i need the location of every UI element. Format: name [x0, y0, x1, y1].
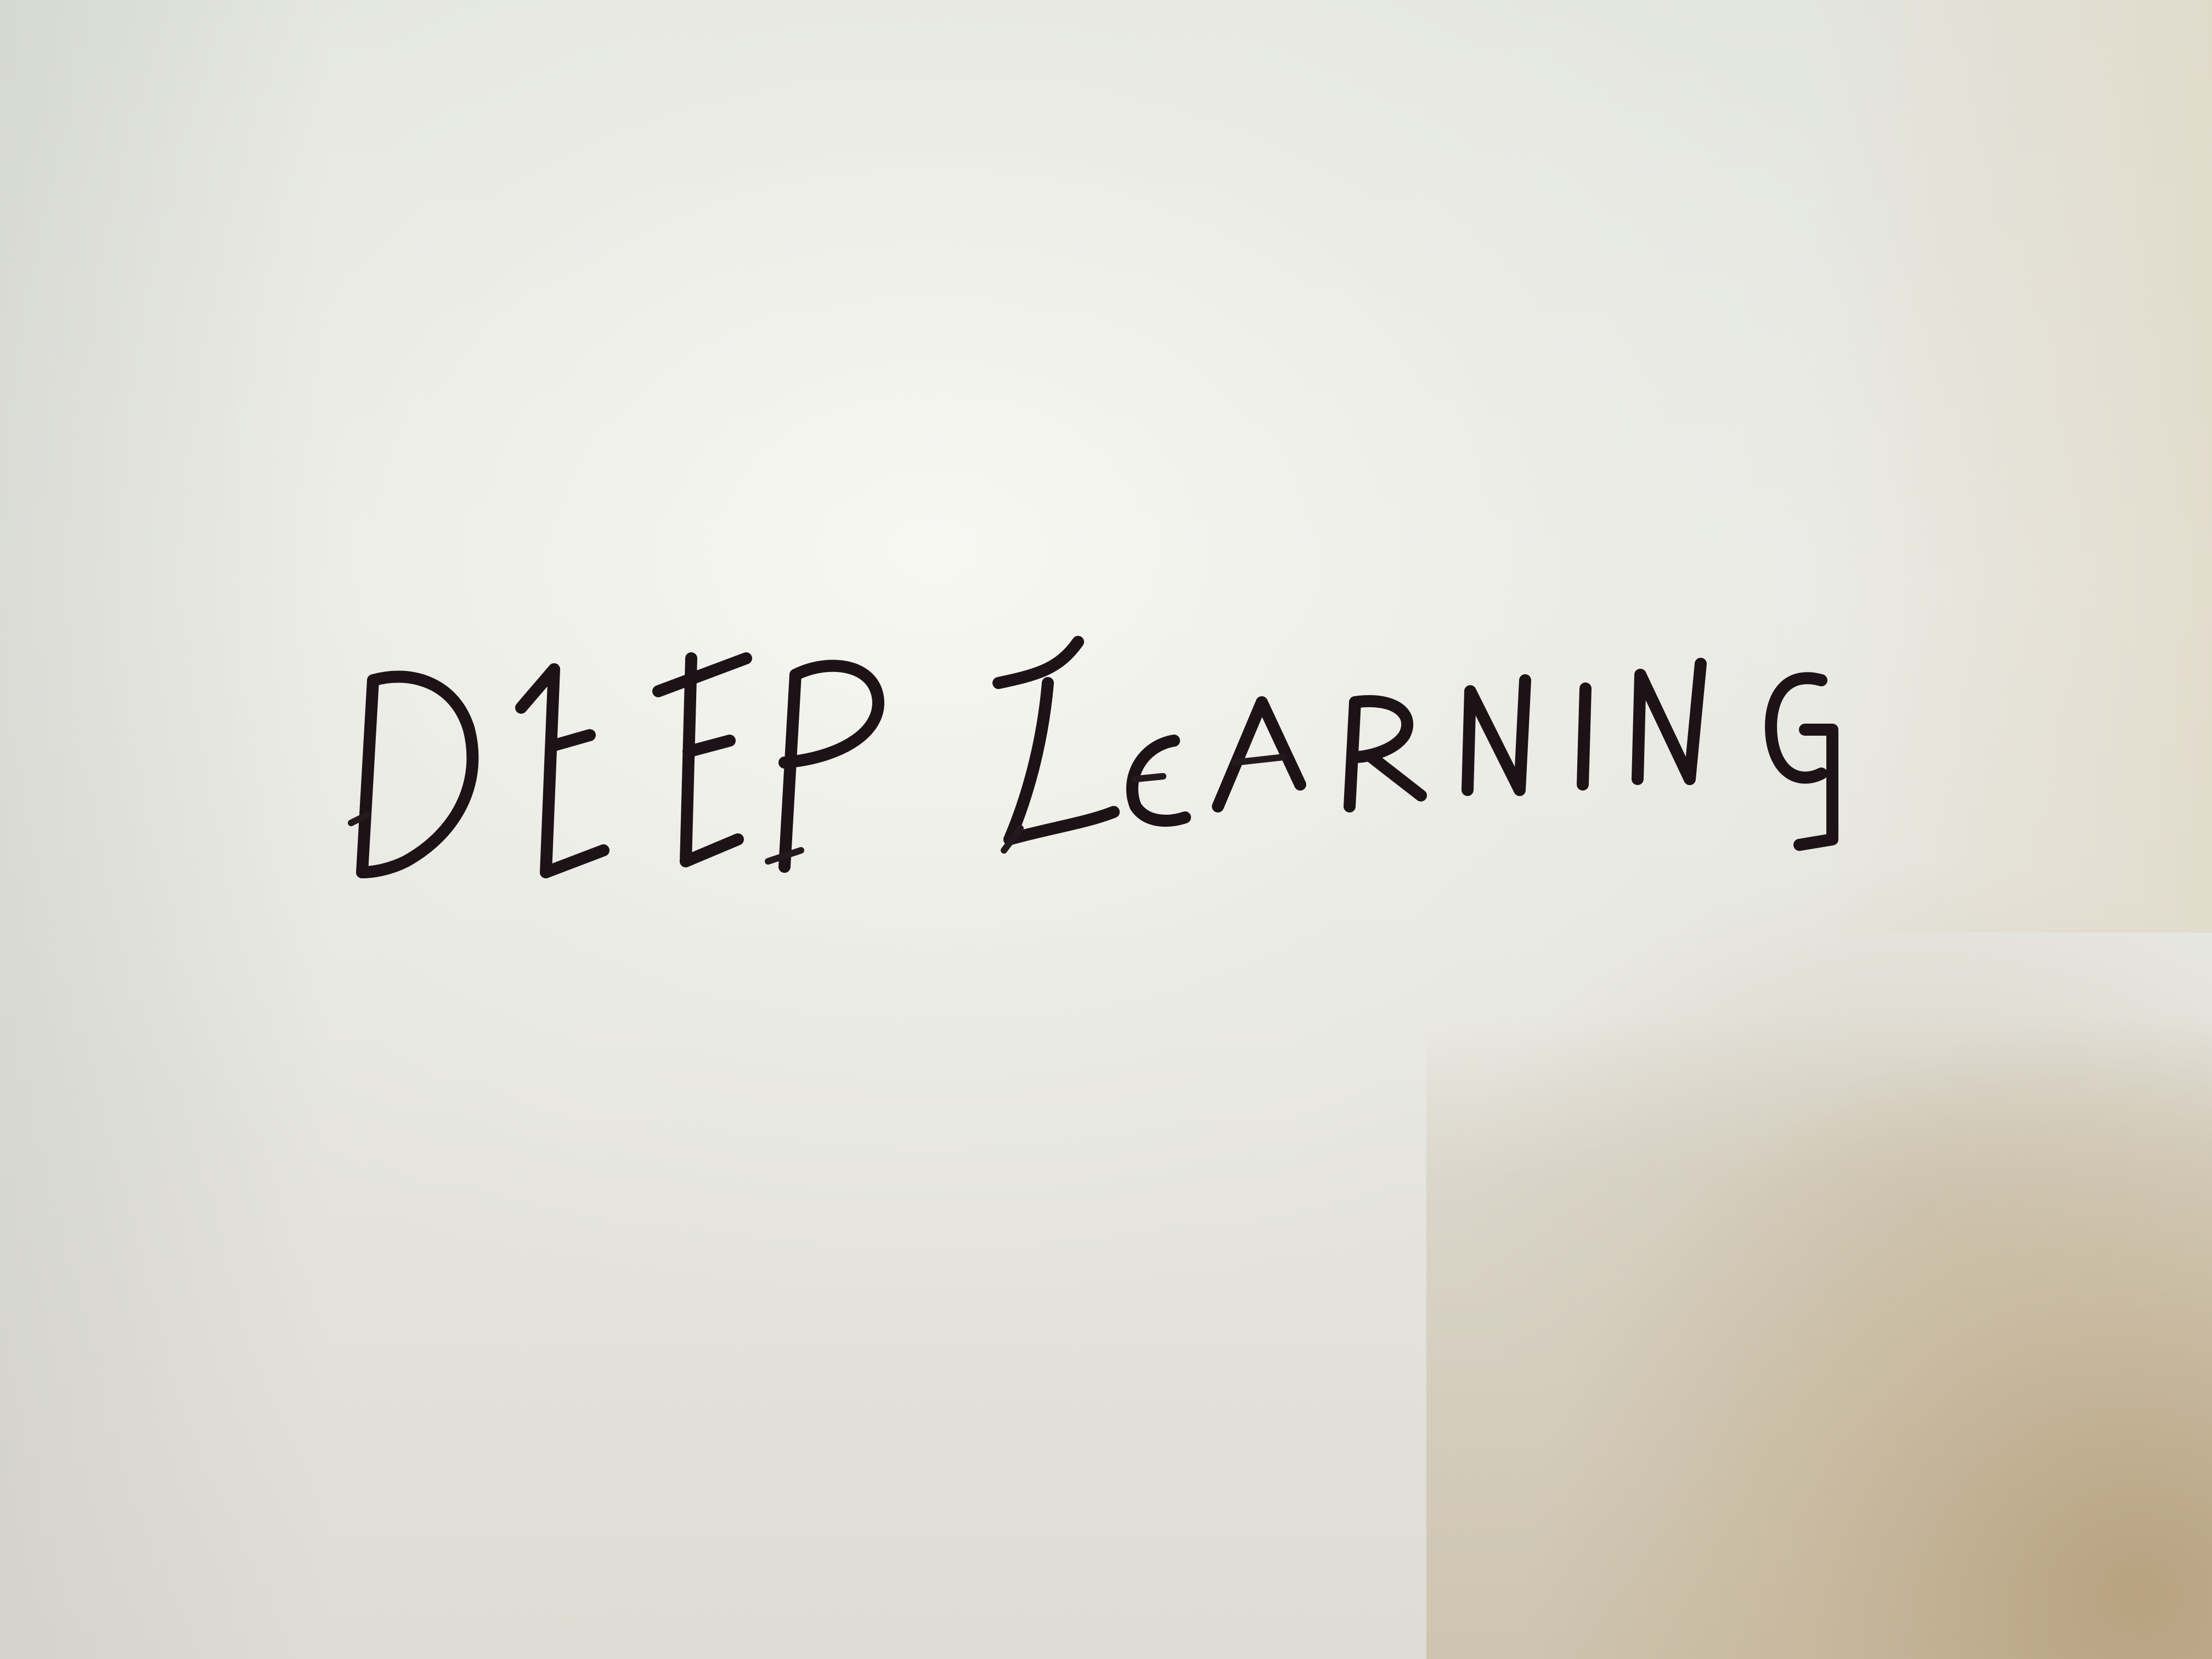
- letter-d: [348, 670, 479, 878]
- letter-n-1: [1462, 674, 1531, 796]
- letter-p: [765, 659, 884, 873]
- letter-e-1: [515, 663, 610, 878]
- letter-n-2: [1632, 658, 1707, 785]
- letter-e-2: [652, 652, 752, 867]
- handwritten-text: [329, 565, 1920, 894]
- letter-e-3: [1126, 735, 1191, 827]
- photo-background: [0, 0, 2212, 1659]
- handwriting-svg: [348, 636, 1838, 878]
- letter-a: [1212, 696, 1306, 812]
- letter-g: [1765, 672, 1838, 851]
- letter-i: [1577, 682, 1592, 791]
- letter-r: [1344, 695, 1427, 812]
- letter-l: [992, 636, 1120, 854]
